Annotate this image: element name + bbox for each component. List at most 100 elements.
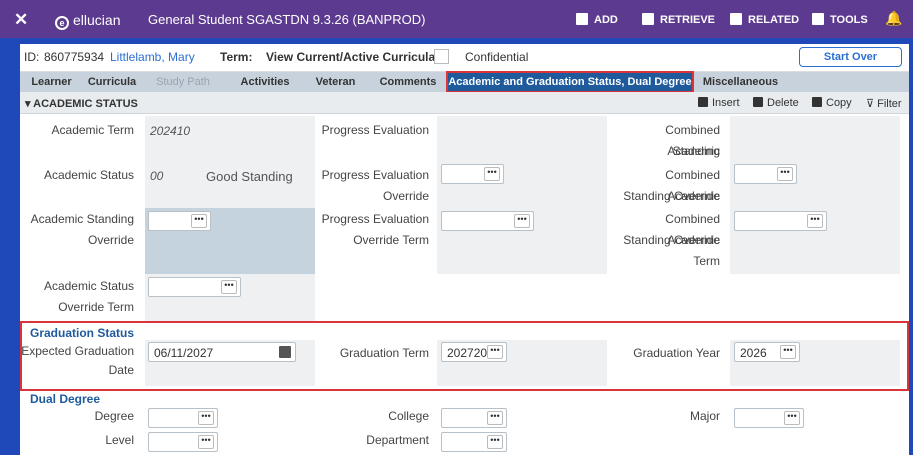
academic-status-code: 00	[150, 169, 164, 183]
delete-button[interactable]: Delete	[753, 97, 799, 109]
insert-button[interactable]: Insert	[698, 97, 740, 109]
graduation-year-input[interactable]: 2026 •••	[734, 342, 800, 362]
lookup-icon[interactable]: •••	[198, 435, 214, 449]
student-name[interactable]: Littlelamb, Mary	[110, 50, 195, 64]
section-header: ▾ ACADEMIC STATUS Insert Delete Copy ⊽ F…	[20, 92, 909, 114]
academic-status-description: Good Standing	[206, 169, 293, 184]
tab-study-path[interactable]: Study Path	[148, 72, 218, 92]
gear-icon	[812, 13, 824, 25]
add-label: ADD	[594, 14, 618, 26]
ellucian-logo: e ellucian	[55, 12, 120, 30]
form-body: Academic Term 202410 Academic Status 00 …	[20, 114, 909, 455]
combined-override-term-input[interactable]: •••	[734, 211, 827, 231]
start-over-button[interactable]: Start Over	[799, 47, 902, 67]
copy-icon	[812, 97, 822, 107]
combined-override-input[interactable]: •••	[734, 164, 797, 184]
tab-veteran[interactable]: Veteran	[308, 72, 363, 92]
tab-curricula[interactable]: Curricula	[82, 72, 142, 92]
status-override-term-label-2: Override Term	[58, 300, 134, 314]
standing-override-label-2: Override	[87, 233, 134, 247]
tools-label: TOOLS	[830, 14, 868, 26]
delete-icon	[753, 97, 763, 107]
section-title-text: ACADEMIC STATUS	[33, 98, 138, 110]
tab-academic-graduation-status[interactable]: Academic and Graduation Status, Dual Deg…	[446, 71, 694, 93]
lookup-icon[interactable]: •••	[484, 167, 500, 181]
combined-standing-label-2: Standing	[672, 144, 720, 158]
graduation-year-value: 2026	[740, 346, 767, 360]
left-border	[0, 38, 20, 455]
lookup-icon[interactable]: •••	[198, 411, 214, 425]
id-value: 860775934	[44, 50, 105, 64]
progress-evaluation-box	[437, 116, 607, 161]
status-override-term-label: Academic Status	[43, 279, 134, 293]
progress-override-label-2: Override	[382, 189, 429, 203]
major-label: Major	[689, 409, 720, 423]
tab-learner[interactable]: Learner	[24, 72, 79, 92]
section-title[interactable]: ▾ ACADEMIC STATUS	[25, 97, 138, 110]
retrieve-icon	[642, 13, 654, 25]
tab-activities[interactable]: Activities	[230, 72, 300, 92]
level-label: Level	[105, 433, 134, 447]
progress-override-label: Progress Evaluation	[321, 168, 429, 182]
major-input[interactable]: •••	[734, 408, 804, 428]
delete-label: Delete	[767, 97, 799, 109]
expected-graduation-label-2: Date	[108, 363, 134, 377]
progress-override-term-input[interactable]: •••	[441, 211, 534, 231]
curricula-checkbox[interactable]	[434, 49, 449, 64]
lookup-icon[interactable]: •••	[780, 345, 796, 359]
retrieve-button[interactable]: RETRIEVE	[642, 13, 715, 26]
key-block: ID: 860775934 Littlelamb, Mary Term: Vie…	[20, 44, 909, 72]
lookup-icon[interactable]: •••	[514, 214, 530, 228]
logo-text: ellucian	[73, 12, 121, 28]
progress-override-term-label: Progress Evaluation	[321, 212, 429, 226]
standing-override-input[interactable]: •••	[148, 211, 211, 231]
tab-miscellaneous[interactable]: Miscellaneous	[698, 72, 783, 92]
graduation-year-label: Graduation Year	[633, 346, 720, 360]
lookup-icon[interactable]: •••	[487, 345, 503, 359]
expected-graduation-label: Expected Graduation	[21, 344, 134, 358]
term-label: Term:	[220, 50, 253, 64]
logo-mark-icon: e	[55, 16, 69, 30]
lookup-icon[interactable]: •••	[191, 214, 207, 228]
combined-override-label-2: Standing Override	[623, 189, 720, 203]
expected-graduation-date-value: 06/11/2027	[154, 346, 214, 360]
progress-override-input[interactable]: •••	[441, 164, 504, 184]
graduation-term-input[interactable]: 202720 •••	[441, 342, 507, 362]
college-input[interactable]: •••	[441, 408, 507, 428]
lookup-icon[interactable]: •••	[487, 435, 503, 449]
page-title: General Student SGASTDN 9.3.26 (BANPROD)	[148, 12, 426, 27]
filter-button[interactable]: ⊽ Filter	[866, 97, 902, 110]
tools-button[interactable]: TOOLS	[812, 13, 868, 26]
top-bar: ✕ e ellucian General Student SGASTDN 9.3.…	[0, 0, 913, 38]
lookup-icon[interactable]: •••	[807, 214, 823, 228]
expected-graduation-date-input[interactable]: 06/11/2027	[148, 342, 296, 362]
standing-override-label: Academic Standing	[30, 212, 134, 226]
progress-evaluation-label: Progress Evaluation	[321, 123, 429, 137]
graduation-term-value: 202720	[447, 346, 488, 360]
lookup-icon[interactable]: •••	[777, 167, 793, 181]
close-icon[interactable]: ✕	[14, 10, 28, 30]
calendar-icon[interactable]	[279, 346, 291, 358]
lookup-icon[interactable]: •••	[487, 411, 503, 425]
academic-term-value: 202410	[150, 124, 191, 138]
degree-label: Degree	[94, 409, 134, 423]
degree-input[interactable]: •••	[148, 408, 218, 428]
right-border	[909, 38, 913, 455]
copy-button[interactable]: Copy	[812, 97, 852, 109]
department-input[interactable]: •••	[441, 432, 507, 452]
bell-icon[interactable]: 🔔	[885, 10, 902, 27]
combined-override-term-label-2: Standing Override	[623, 233, 720, 247]
filter-label: Filter	[877, 98, 902, 110]
tab-comments[interactable]: Comments	[374, 72, 442, 92]
level-input[interactable]: •••	[148, 432, 218, 452]
lookup-icon[interactable]: •••	[784, 411, 800, 425]
related-button[interactable]: RELATED	[730, 13, 799, 26]
related-label: RELATED	[748, 14, 800, 26]
id-label: ID:	[24, 50, 40, 64]
dual-degree-heading: Dual Degree	[30, 392, 101, 406]
status-override-term-input[interactable]: •••	[148, 277, 241, 297]
add-button[interactable]: ADD	[576, 13, 618, 26]
graduation-status-heading: Graduation Status	[30, 326, 135, 340]
confidential-label: Confidential	[465, 50, 529, 64]
lookup-icon[interactable]: •••	[221, 280, 237, 294]
